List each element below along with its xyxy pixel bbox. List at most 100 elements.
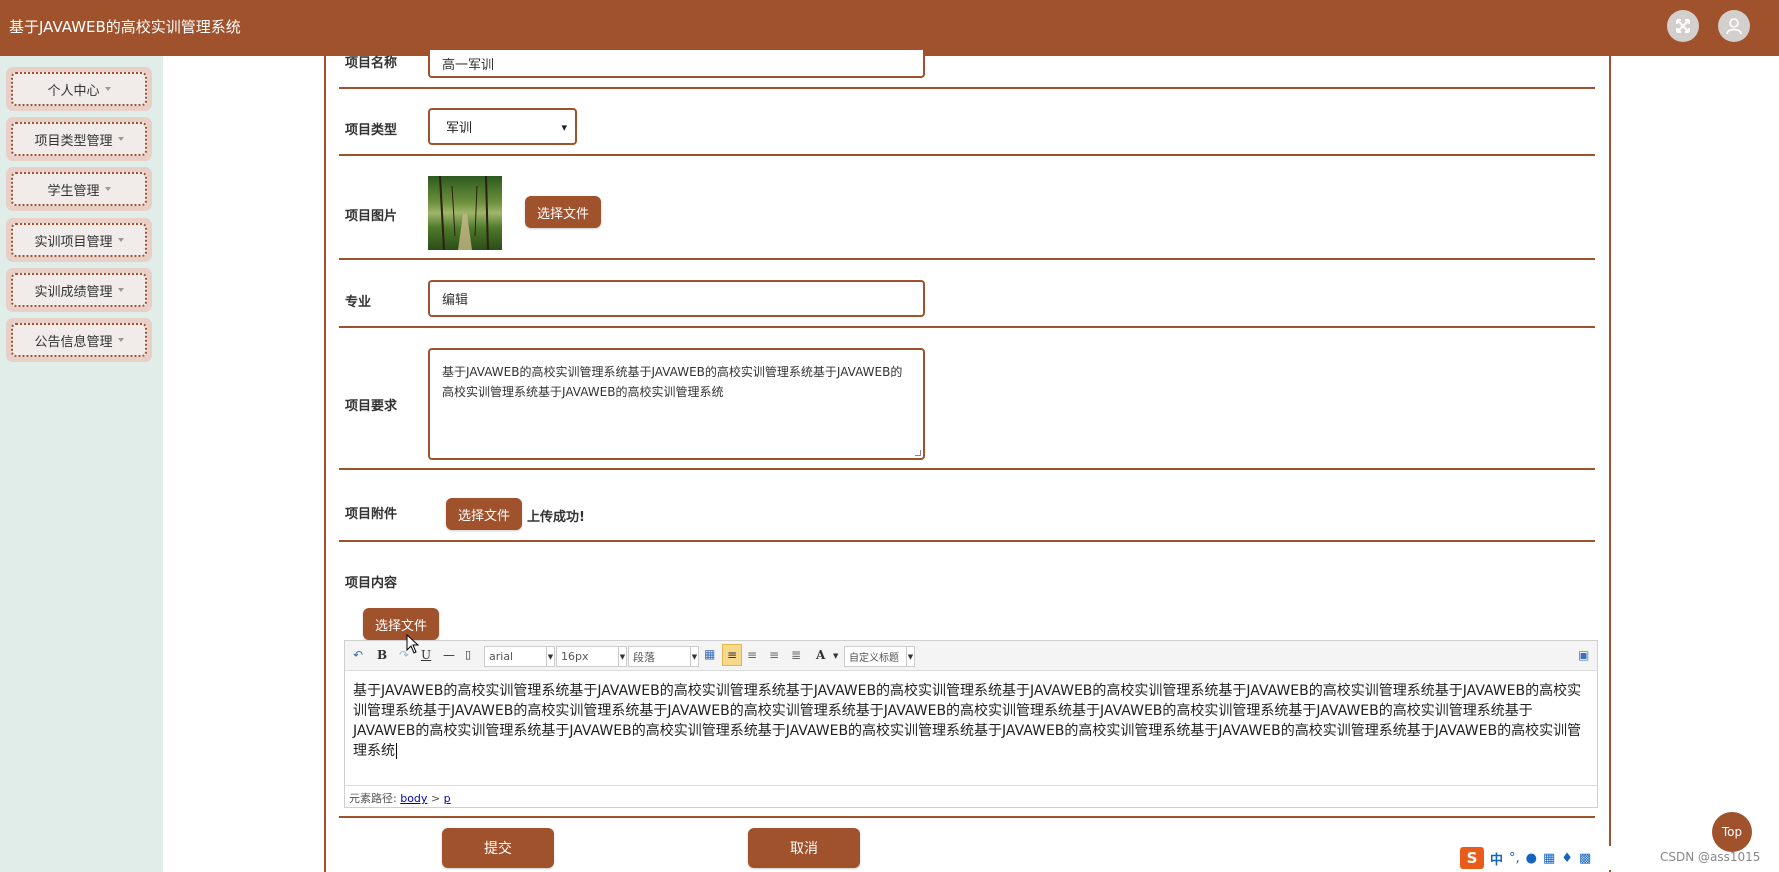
project-name-input[interactable]: 高一军训 bbox=[428, 50, 925, 78]
row-divider bbox=[339, 468, 1595, 470]
font-size-select[interactable]: 16px ▼ bbox=[556, 646, 627, 667]
element-path-separator: > bbox=[430, 792, 441, 805]
project-image-label: 项目图片 bbox=[345, 209, 398, 224]
undo-icon[interactable]: ↶ bbox=[353, 648, 363, 662]
attachment-choose-file-button[interactable]: 选择文件 bbox=[446, 498, 522, 530]
keyboard-icon[interactable]: ▦ bbox=[1543, 851, 1555, 866]
sidebar-item-personal-center[interactable]: 个人中心 bbox=[6, 67, 152, 111]
content-label: 项目内容 bbox=[345, 576, 398, 591]
align-justify-icon[interactable]: ≣ bbox=[791, 648, 801, 662]
project-name-value: 高一军训 bbox=[442, 57, 495, 73]
major-label: 专业 bbox=[345, 295, 372, 310]
element-path-p-link[interactable]: p bbox=[444, 792, 451, 805]
caret-down-icon bbox=[104, 187, 111, 191]
mouse-cursor-icon bbox=[406, 634, 420, 654]
document-icon[interactable]: ▯ bbox=[465, 648, 471, 661]
chevron-down-icon[interactable]: ▼ bbox=[833, 652, 838, 660]
chevron-down-icon: ▼ bbox=[618, 647, 626, 666]
chevron-down-icon: ▼ bbox=[906, 647, 914, 666]
align-center-icon[interactable]: ≡ bbox=[747, 648, 757, 662]
chevron-down-icon: ▾ bbox=[561, 121, 567, 134]
back-to-top-button[interactable]: Top bbox=[1712, 812, 1752, 852]
cancel-button[interactable]: 取消 bbox=[748, 828, 860, 868]
row-divider bbox=[339, 87, 1595, 89]
forest-path-image bbox=[439, 176, 489, 250]
project-name-label: 项目名称 bbox=[345, 56, 398, 71]
caret-down-icon bbox=[117, 288, 124, 292]
sidebar-item-announcements[interactable]: 公告信息管理 bbox=[6, 318, 152, 362]
app-title: 基于JAVAWEB的高校实训管理系统 bbox=[9, 18, 241, 36]
sidebar-item-label: 实训成绩管理 bbox=[34, 284, 113, 300]
ime-toolbar: S 中 °, ● ▦ ♦ ▩ bbox=[1456, 846, 1620, 870]
row-divider bbox=[339, 258, 1595, 260]
horizontal-rule-icon[interactable]: — bbox=[443, 648, 455, 662]
chevron-down-icon: ▼ bbox=[690, 647, 698, 666]
editor-content-text: 基于JAVAWEB的高校实训管理系统基于JAVAWEB的高校实训管理系统基于JA… bbox=[353, 683, 1582, 759]
element-path-bar: 元素路径: body > p bbox=[345, 785, 1597, 807]
fullscreen-icon bbox=[1676, 19, 1690, 33]
sidebar-item-training-projects[interactable]: 实训项目管理 bbox=[6, 218, 152, 262]
project-type-value: 军训 bbox=[446, 121, 473, 136]
punctuation-icon[interactable]: °, bbox=[1509, 851, 1520, 866]
project-image-thumbnail bbox=[428, 176, 502, 250]
caret-down-icon bbox=[104, 87, 111, 91]
requirement-textarea[interactable]: 基于JAVAWEB的高校实训管理系统基于JAVAWEB的高校实训管理系统基于JA… bbox=[428, 348, 925, 460]
custom-title-value: 自定义标题 bbox=[849, 653, 899, 664]
font-family-value: arial bbox=[489, 650, 514, 663]
user-button[interactable] bbox=[1718, 10, 1750, 42]
font-color-button[interactable]: A bbox=[816, 648, 825, 662]
sidebar-item-students[interactable]: 学生管理 bbox=[6, 167, 152, 211]
paragraph-select[interactable]: 段落 ▼ bbox=[628, 646, 699, 667]
caret-down-icon bbox=[117, 137, 124, 141]
chevron-down-icon: ▼ bbox=[546, 647, 554, 666]
caret-down-icon bbox=[117, 238, 124, 242]
row-divider bbox=[339, 540, 1595, 542]
custom-title-select[interactable]: 自定义标题 ▼ bbox=[844, 646, 915, 667]
user-icon bbox=[1726, 18, 1742, 35]
resize-handle-icon[interactable] bbox=[915, 450, 921, 456]
sidebar-item-label: 学生管理 bbox=[47, 183, 100, 199]
sogou-logo-icon[interactable]: S bbox=[1460, 847, 1484, 869]
submit-button[interactable]: 提交 bbox=[442, 828, 554, 868]
underline-button[interactable]: U bbox=[421, 648, 431, 662]
editor-content[interactable]: 基于JAVAWEB的高校实训管理系统基于JAVAWEB的高校实训管理系统基于JA… bbox=[353, 681, 1589, 761]
font-size-value: 16px bbox=[561, 650, 589, 663]
caret-down-icon bbox=[117, 338, 124, 342]
csdn-watermark: CSDN @ass1015 bbox=[1660, 850, 1761, 864]
requirement-label: 项目要求 bbox=[345, 399, 398, 414]
major-value: 编辑 bbox=[442, 293, 469, 308]
sidebar-item-label: 公告信息管理 bbox=[34, 334, 113, 350]
table-icon[interactable]: ▦ bbox=[704, 647, 715, 661]
element-path-body-link[interactable]: body bbox=[400, 792, 427, 805]
upload-status: 上传成功! bbox=[527, 510, 585, 525]
align-left-icon[interactable]: ≡ bbox=[722, 644, 742, 666]
row-divider bbox=[339, 326, 1595, 328]
project-type-select[interactable]: 军训 ▾ bbox=[428, 108, 577, 145]
editor-toolbar: ↶ B ↷ U — ▯ arial ▼ 16px ▼ 段落 ▼ ▦ ≡ ≡ ≡ ≣ A… bbox=[345, 641, 1597, 671]
skin-icon[interactable]: ♦ bbox=[1561, 851, 1573, 866]
grid-menu-icon[interactable]: ▩ bbox=[1579, 851, 1591, 866]
image-choose-file-button[interactable]: 选择文件 bbox=[525, 196, 601, 228]
sidebar-item-label: 实训项目管理 bbox=[34, 234, 113, 250]
fullscreen-editor-icon[interactable]: ▣ bbox=[1578, 648, 1589, 662]
sidebar-item-project-type[interactable]: 项目类型管理 bbox=[6, 117, 152, 161]
align-right-icon[interactable]: ≡ bbox=[769, 648, 779, 662]
element-path-prefix: 元素路径: bbox=[349, 792, 397, 805]
paragraph-value: 段落 bbox=[633, 650, 655, 664]
row-divider bbox=[339, 154, 1595, 156]
font-family-select[interactable]: arial ▼ bbox=[484, 646, 555, 667]
major-input[interactable]: 编辑 bbox=[428, 280, 925, 317]
sidebar-item-label: 项目类型管理 bbox=[34, 133, 113, 149]
sidebar-item-training-scores[interactable]: 实训成绩管理 bbox=[6, 268, 152, 312]
row-divider bbox=[339, 816, 1595, 818]
top-header: 基于JAVAWEB的高校实训管理系统 bbox=[0, 0, 1779, 56]
text-caret bbox=[396, 743, 397, 759]
content-choose-file-button[interactable]: 选择文件 bbox=[363, 608, 439, 640]
bold-button[interactable]: B bbox=[377, 648, 387, 662]
sidebar: 个人中心 项目类型管理 学生管理 实训项目管理 实训成绩管理 公告信息管理 bbox=[0, 56, 163, 872]
requirement-value: 基于JAVAWEB的高校实训管理系统基于JAVAWEB的高校实训管理系统基于JA… bbox=[442, 365, 903, 399]
microphone-icon[interactable]: ● bbox=[1526, 851, 1537, 866]
attachment-label: 项目附件 bbox=[345, 507, 398, 522]
ime-chinese-mode[interactable]: 中 bbox=[1490, 849, 1503, 868]
fullscreen-button[interactable] bbox=[1667, 10, 1699, 42]
